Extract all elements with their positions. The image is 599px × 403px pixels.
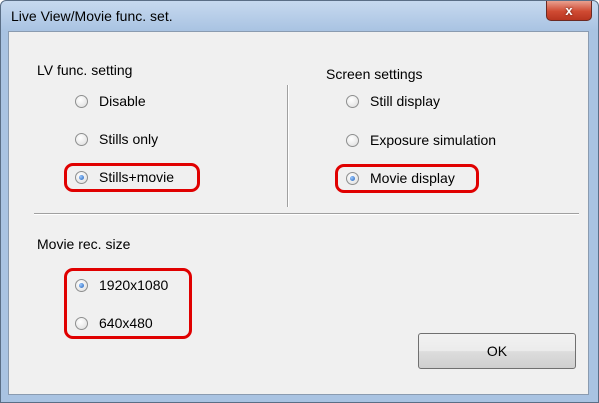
close-icon: x (565, 3, 573, 18)
window-title: Live View/Movie func. set. (11, 8, 173, 24)
radio-button-icon[interactable] (346, 133, 359, 147)
radio-exposure-simulation[interactable]: Exposure simulation (346, 130, 496, 150)
radio-still-display[interactable]: Still display (346, 91, 440, 111)
radio-label: Exposure simulation (370, 132, 497, 148)
radio-label: Stills only (99, 131, 159, 147)
radio-lv-disable[interactable]: Disable (75, 91, 146, 111)
radio-button-icon[interactable] (75, 94, 88, 108)
highlight-box (64, 163, 200, 192)
radio-button-icon[interactable] (346, 94, 359, 108)
highlight-box (64, 268, 192, 339)
radio-label: Still display (370, 93, 441, 109)
radio-label: Disable (99, 93, 146, 109)
radio-button-icon[interactable] (75, 132, 88, 146)
title-bar[interactable]: Live View/Movie func. set. x (1, 1, 598, 31)
vertical-divider (287, 85, 288, 207)
radio-lv-stills-only[interactable]: Stills only (75, 129, 158, 149)
screen-settings-heading: Screen settings (326, 66, 423, 82)
close-button[interactable]: x (546, 1, 592, 21)
ok-button[interactable]: OK (418, 333, 576, 369)
movie-rec-size-heading: Movie rec. size (37, 236, 131, 252)
lv-func-heading: LV func. setting (37, 62, 133, 78)
horizontal-divider (34, 213, 579, 214)
highlight-box (335, 164, 479, 193)
